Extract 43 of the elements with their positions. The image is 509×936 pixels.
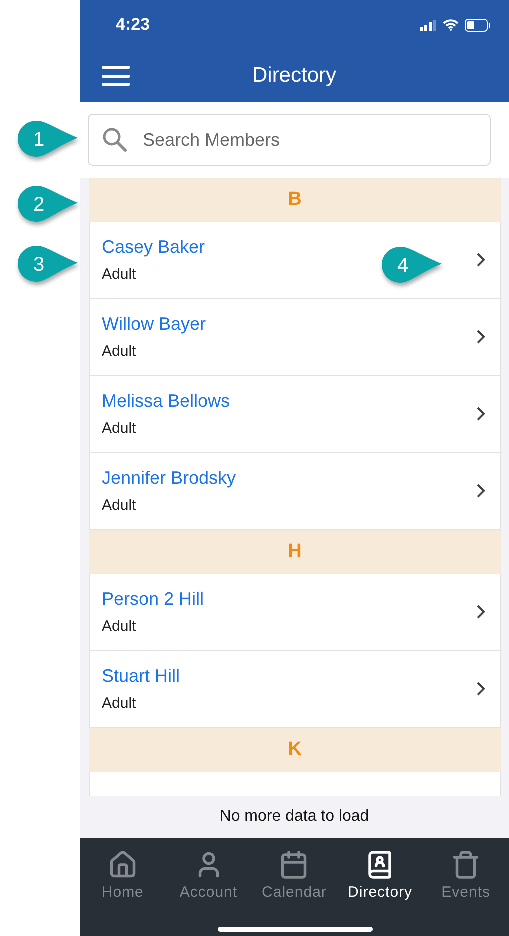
section-letter: B	[288, 189, 302, 211]
chevron-right-icon	[476, 406, 486, 422]
chevron-right-icon	[476, 483, 486, 499]
search-field[interactable]: Search Members	[88, 114, 491, 166]
page-title: Directory	[252, 64, 336, 88]
member-row[interactable]: Melissa Bellows Adult	[89, 376, 501, 453]
battery-icon	[465, 18, 491, 32]
section-letter: H	[288, 541, 302, 563]
member-name[interactable]: Melissa Bellows	[102, 391, 476, 412]
tab-item[interactable]: Events	[423, 838, 509, 910]
member-row[interactable]: Person 2 Hill Adult	[89, 574, 501, 651]
member-name[interactable]: Person 2 Hill	[102, 589, 476, 610]
calendar-icon	[279, 850, 310, 880]
member-name[interactable]: Willow Bayer	[102, 314, 476, 335]
status-time: 4:23	[116, 15, 150, 35]
member-role: Adult	[102, 695, 138, 712]
signal-icon	[420, 20, 437, 30]
member-role: Adult	[102, 420, 138, 437]
footer-message: No more data to load	[220, 808, 370, 826]
wifi-icon	[443, 19, 459, 31]
member-name[interactable]: Casey Baker	[102, 237, 476, 258]
member-row[interactable]: Stuart Hill Adult	[89, 651, 501, 728]
tab-item[interactable]: Home	[80, 838, 166, 910]
member-role: Adult	[102, 343, 138, 360]
section-letter: K	[288, 739, 302, 761]
chevron-right-icon	[476, 604, 486, 620]
chevron-right-icon	[476, 329, 486, 345]
menu-button[interactable]	[102, 66, 130, 86]
member-role: Adult	[102, 618, 138, 635]
member-name[interactable]: Stuart Hill	[102, 666, 476, 687]
member-role: Adult	[102, 497, 138, 514]
member-role: Adult	[102, 266, 138, 283]
member-row[interactable]: Jennifer Brodsky Adult	[89, 453, 501, 530]
chevron-right-icon	[476, 681, 486, 697]
tab-item[interactable]: Account	[166, 838, 252, 910]
tab-item[interactable]: Calendar	[252, 838, 338, 910]
bin-icon	[451, 850, 482, 880]
chevron-right-icon	[476, 252, 486, 268]
member-name[interactable]: Jennifer Brodsky	[102, 468, 476, 489]
home-icon	[108, 850, 138, 880]
tab-item[interactable]: Directory	[337, 838, 424, 910]
search-icon	[102, 127, 128, 153]
member-row[interactable]: Willow Bayer Adult	[89, 299, 501, 376]
